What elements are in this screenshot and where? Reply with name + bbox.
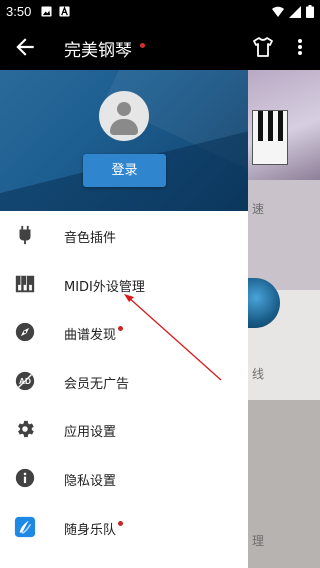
notification-dot <box>118 520 124 526</box>
image-notification-icon <box>41 6 52 17</box>
theme-shirt-icon[interactable] <box>251 35 275 59</box>
avatar[interactable] <box>99 91 149 141</box>
notification-dot <box>118 326 124 332</box>
menu-item-privacy-settings[interactable]: 隐私设置 <box>0 454 248 503</box>
status-time: 3:50 <box>6 4 32 19</box>
plugin-icon <box>19 225 31 245</box>
compass-icon <box>15 323 35 342</box>
drawer-header: 登录 <box>0 70 248 211</box>
menu-item-midi-devices[interactable]: MIDI外设管理 <box>0 260 248 309</box>
menu-item-label: 音色插件 <box>64 231 117 246</box>
bg-text-fragment: 线 <box>252 367 265 381</box>
menu-item-label: MIDI外设管理 <box>64 279 145 295</box>
menu-item-vip-no-ads[interactable]: AD 会员无广告 <box>0 357 248 406</box>
menu-item-sound-plugins[interactable]: 音色插件 <box>0 211 248 260</box>
bg-text-fragment: 理 <box>252 534 265 548</box>
app-bar: 完美钢琴 <box>0 24 320 70</box>
gear-icon <box>18 421 34 438</box>
bg-piano-keys <box>252 110 288 165</box>
menu-item-label: 随身乐队 <box>64 519 124 538</box>
ad-off-icon: AD <box>15 371 35 390</box>
info-icon <box>15 468 35 488</box>
page-title: 完美钢琴 <box>64 41 132 61</box>
title-notification-dot <box>140 43 145 48</box>
bg-text-fragment: 速 <box>252 202 265 216</box>
menu-item-app-settings[interactable]: 应用设置 <box>0 405 248 454</box>
band-app-icon <box>14 516 36 537</box>
app-notification-icon <box>59 6 70 17</box>
more-options-icon[interactable] <box>292 35 308 59</box>
wifi-icon <box>272 6 284 17</box>
status-bar: 3:50 <box>0 0 320 24</box>
menu-item-label: 曲谱发现 <box>64 324 124 343</box>
signal-icon <box>289 5 301 18</box>
menu-item-score-discovery[interactable]: 曲谱发现 <box>0 308 248 357</box>
menu-item-label: 隐私设置 <box>64 473 117 489</box>
drawer-menu: 音色插件 MIDI外设管理 曲谱发现 AD <box>0 211 248 551</box>
back-arrow-icon[interactable] <box>12 34 38 60</box>
piano-keys-icon <box>15 275 35 292</box>
menu-item-label: 应用设置 <box>64 425 117 441</box>
battery-icon <box>306 5 314 18</box>
menu-item-portable-band[interactable]: 随身乐队 <box>0 503 248 552</box>
bg-card-2 <box>248 180 320 290</box>
navigation-drawer: 登录 音色插件 MIDI外设管理 曲谱发现 会员无广告 应用设置 隐私设置 随身… <box>0 70 248 568</box>
login-button[interactable]: 登录 <box>83 154 166 187</box>
menu-item-label: 会员无广告 <box>64 376 130 392</box>
